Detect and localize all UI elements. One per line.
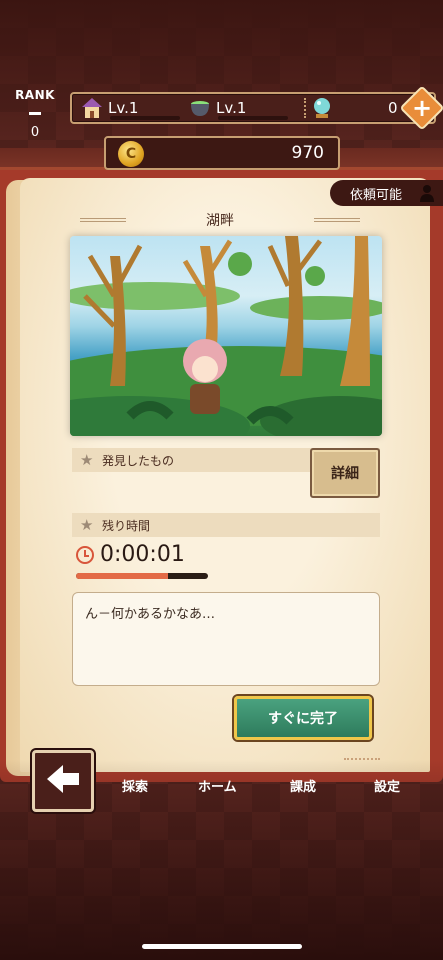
timer: 0:00:01	[76, 542, 185, 567]
detail-button[interactable]: 詳細	[310, 448, 380, 498]
arrow-left-icon	[45, 761, 81, 801]
house-exp-bar	[110, 116, 180, 120]
gem-counter	[310, 94, 338, 122]
clock-icon	[76, 545, 94, 564]
house-icon	[80, 96, 104, 120]
crystal-ball-icon	[310, 96, 334, 120]
rank-display: RANK 0	[10, 88, 60, 140]
rank-label: RANK	[15, 88, 55, 102]
gem-count: 0	[388, 99, 398, 117]
plus-icon: +	[411, 94, 433, 122]
message-box: ん－何かあるかなあ…	[72, 592, 380, 686]
timer-value: 0:00:01	[100, 542, 185, 567]
rank-divider	[29, 112, 41, 115]
lakeside-scene-image	[70, 236, 382, 436]
rank-value: 0	[30, 125, 40, 140]
location-title: 湖畔	[206, 213, 234, 229]
complete-now-button[interactable]: すぐに完了	[234, 696, 372, 740]
coin-value: 970	[291, 143, 324, 163]
remaining-time-label: 残り時間	[102, 518, 151, 533]
back-button[interactable]	[32, 750, 94, 812]
nav-training[interactable]: 課成	[290, 776, 316, 795]
nav-settings[interactable]: 設定	[374, 776, 400, 795]
star-icon: ★	[80, 451, 94, 469]
status-divider	[304, 98, 306, 118]
nav-explore[interactable]: 採索	[122, 776, 148, 795]
requestable-tab[interactable]: 依頼可能	[330, 180, 443, 206]
title-line-right	[314, 218, 360, 222]
pot-level-text: Lv.1	[216, 99, 247, 117]
person-icon	[419, 184, 435, 202]
cauldron-icon	[188, 96, 212, 120]
nav-home[interactable]: ホーム	[198, 776, 237, 795]
location-title-row: 湖畔	[80, 210, 360, 230]
house-level-text: Lv.1	[108, 99, 139, 117]
star-icon: ★	[80, 516, 94, 534]
requestable-label: 依頼可能	[350, 187, 403, 203]
pot-exp-bar	[218, 116, 288, 120]
lakeside-illustration	[70, 236, 382, 436]
found-items-label: 発見したもの	[102, 453, 175, 468]
status-bar: Lv.1 Lv.1 0	[70, 92, 436, 124]
remaining-time-bar: ★ 残り時間	[72, 513, 380, 537]
coin-icon: C	[118, 141, 144, 167]
progress-fill	[76, 573, 169, 579]
home-indicator[interactable]	[142, 944, 302, 949]
progress-bar	[76, 573, 208, 579]
coin-bar: C 970	[104, 136, 340, 170]
message-text: ん－何かあるかなあ…	[85, 607, 216, 622]
title-line-left	[80, 218, 126, 222]
